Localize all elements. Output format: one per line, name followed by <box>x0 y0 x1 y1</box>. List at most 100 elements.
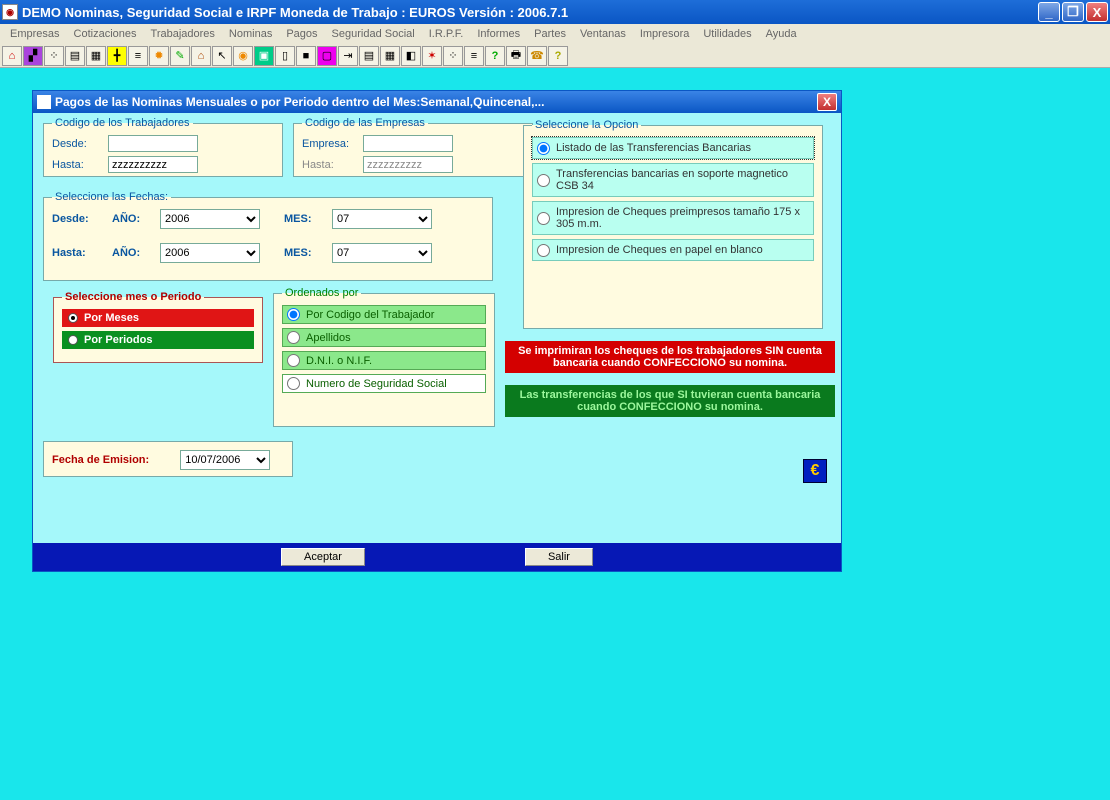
menu-empresas[interactable]: Empresas <box>4 26 66 42</box>
dialog-close-button[interactable]: X <box>817 93 837 111</box>
ordenados-group: Ordenados por Por Codigo del Trabajador … <box>273 287 495 427</box>
orden-opt-dni[interactable]: D.N.I. o N.I.F. <box>282 351 486 370</box>
toolbar-btn-27[interactable]: ? <box>548 46 568 66</box>
restore-button[interactable]: ❐ <box>1062 2 1084 22</box>
dialog-footer: Aceptar Salir <box>33 543 841 571</box>
dialog-icon <box>37 95 51 109</box>
menu-cotizaciones[interactable]: Cotizaciones <box>68 26 143 42</box>
opcion-legend: Seleccione la Opcion <box>532 119 641 131</box>
toolbar-btn-8[interactable]: ✹ <box>149 46 169 66</box>
toolbar-btn-9[interactable]: ✎ <box>170 46 190 66</box>
emp-hasta-input[interactable] <box>363 156 453 173</box>
opcion-cheques-preimp[interactable]: Impresion de Cheques preimpresos tamaño … <box>532 201 814 235</box>
menu-utilidades[interactable]: Utilidades <box>697 26 757 42</box>
orden-opt-apellidos[interactable]: Apellidos <box>282 328 486 347</box>
radio-icon[interactable] <box>537 174 550 187</box>
por-meses-radio[interactable]: Por Meses <box>62 309 254 327</box>
menu-informes[interactable]: Informes <box>471 26 526 42</box>
dialog-titlebar: Pagos de las Nominas Mensuales o por Per… <box>33 91 841 113</box>
orden-opt-nss[interactable]: Numero de Seguridad Social <box>282 374 486 393</box>
toolbar-btn-10[interactable]: ⌂ <box>191 46 211 66</box>
toolbar-btn-18[interactable]: ▤ <box>359 46 379 66</box>
fechas-ano-label: AÑO: <box>112 213 148 225</box>
emision-date-select[interactable]: 10/07/2006 <box>180 450 270 470</box>
radio-icon[interactable] <box>287 308 300 321</box>
toolbar-btn-14[interactable]: ▯ <box>275 46 295 66</box>
ano-desde-select[interactable]: 2006 <box>160 209 260 229</box>
toolbar-btn-15[interactable]: ■ <box>296 46 316 66</box>
menu-ayuda[interactable]: Ayuda <box>760 26 803 42</box>
trab-hasta-input[interactable] <box>108 156 198 173</box>
radio-icon[interactable] <box>287 354 300 367</box>
por-periodos-radio[interactable]: Por Periodos <box>62 331 254 349</box>
info-green-banner: Las transferencias de los que SI tuviera… <box>505 385 835 417</box>
euro-icon[interactable]: € <box>803 459 827 483</box>
aceptar-button[interactable]: Aceptar <box>281 548 365 566</box>
menu-partes[interactable]: Partes <box>528 26 572 42</box>
trab-hasta-label: Hasta: <box>52 159 102 171</box>
toolbar-btn-4[interactable]: ▤ <box>65 46 85 66</box>
opcion-cheques-blanco[interactable]: Impresion de Cheques en papel en blanco <box>532 239 814 261</box>
radio-dot-icon <box>68 313 78 323</box>
menubar: Empresas Cotizaciones Trabajadores Nomin… <box>0 24 1110 44</box>
mes-desde-select[interactable]: 07 <box>332 209 432 229</box>
toolbar-btn-19[interactable]: ▦ <box>380 46 400 66</box>
workspace: Pagos de las Nominas Mensuales o por Per… <box>0 68 1110 800</box>
toolbar-btn-20[interactable]: ◧ <box>401 46 421 66</box>
trabajadores-group: Codigo de los Trabajadores Desde: Hasta: <box>43 117 283 177</box>
salir-button[interactable]: Salir <box>525 548 593 566</box>
empresas-legend: Codigo de las Empresas <box>302 117 428 129</box>
menu-ventanas[interactable]: Ventanas <box>574 26 632 42</box>
menu-seguridad[interactable]: Seguridad Social <box>326 26 421 42</box>
toolbar-btn-6[interactable]: ╋ <box>107 46 127 66</box>
toolbar-btn-2[interactable]: ▞ <box>23 46 43 66</box>
toolbar-btn-11[interactable]: ↖ <box>212 46 232 66</box>
toolbar-btn-13[interactable]: ▣ <box>254 46 274 66</box>
toolbar-btn-21[interactable]: ✶ <box>422 46 442 66</box>
mes-hasta-select[interactable]: 07 <box>332 243 432 263</box>
ano-hasta-select[interactable]: 2006 <box>160 243 260 263</box>
empresas-group: Codigo de las Empresas Empresa: Hasta: <box>293 117 533 177</box>
fechas-group: Seleccione las Fechas: Desde: AÑO: 2006 … <box>43 191 493 281</box>
toolbar-btn-17[interactable]: ⇥ <box>338 46 358 66</box>
toolbar-btn-3[interactable]: ⁘ <box>44 46 64 66</box>
toolbar-btn-26[interactable]: ☎ <box>527 46 547 66</box>
fechas-ano2-label: AÑO: <box>112 247 148 259</box>
radio-icon[interactable] <box>537 212 550 225</box>
emision-label: Fecha de Emision: <box>52 454 149 466</box>
toolbar-btn-24[interactable]: ? <box>485 46 505 66</box>
menu-irpf[interactable]: I.R.P.F. <box>423 26 470 42</box>
opcion-csb34[interactable]: Transferencias bancarias en soporte magn… <box>532 163 814 197</box>
toolbar-btn-22[interactable]: ⁘ <box>443 46 463 66</box>
fechas-hasta-label: Hasta: <box>52 247 100 259</box>
menu-nominas[interactable]: Nominas <box>223 26 278 42</box>
app-title: DEMO Nominas, Seguridad Social e IRPF Mo… <box>22 5 568 20</box>
opcion-listado[interactable]: Listado de las Transferencias Bancarias <box>532 137 814 159</box>
radio-icon[interactable] <box>287 377 300 390</box>
menu-trabajadores[interactable]: Trabajadores <box>145 26 221 42</box>
menu-impresora[interactable]: Impresora <box>634 26 696 42</box>
minimize-button[interactable]: _ <box>1038 2 1060 22</box>
dialog-title: Pagos de las Nominas Mensuales o por Per… <box>55 95 544 109</box>
menu-pagos[interactable]: Pagos <box>280 26 323 42</box>
toolbar-btn-23[interactable]: ≡ <box>464 46 484 66</box>
orden-opt-codigo[interactable]: Por Codigo del Trabajador <box>282 305 486 324</box>
toolbar-btn-7[interactable]: ≡ <box>128 46 148 66</box>
close-button[interactable]: X <box>1086 2 1108 22</box>
warning-red-banner: Se imprimiran los cheques de los trabaja… <box>505 341 835 373</box>
radio-icon[interactable] <box>537 142 550 155</box>
radio-icon[interactable] <box>537 244 550 257</box>
mesper-legend: Seleccione mes o Periodo <box>62 291 204 303</box>
toolbar-btn-1[interactable]: ⌂ <box>2 46 22 66</box>
fechas-mes-label: MES: <box>284 213 320 225</box>
radio-icon[interactable] <box>287 331 300 344</box>
toolbar-btn-16[interactable]: ▢ <box>317 46 337 66</box>
radio-dot-icon <box>68 335 78 345</box>
toolbar-btn-12[interactable]: ◉ <box>233 46 253 66</box>
emp-empresa-input[interactable] <box>363 135 453 152</box>
opcion-group: Seleccione la Opcion Listado de las Tran… <box>523 119 823 329</box>
toolbar-btn-25[interactable]: 🖶 <box>506 46 526 66</box>
toolbar-btn-5[interactable]: ▦ <box>86 46 106 66</box>
trab-desde-label: Desde: <box>52 138 102 150</box>
trab-desde-input[interactable] <box>108 135 198 152</box>
